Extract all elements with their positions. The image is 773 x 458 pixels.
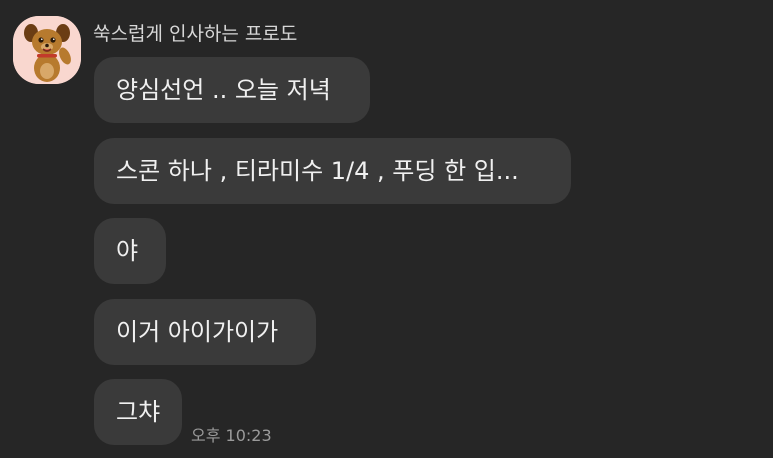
message-bubble[interactable]: 스콘 하나 , 티라미수 1/4 , 푸딩 한 입... — [94, 138, 571, 204]
avatar-illustration — [13, 16, 81, 84]
message-bubble[interactable]: 그챠 — [94, 379, 182, 445]
message-bubble[interactable]: 이거 아이가이가 — [94, 299, 316, 365]
message-timestamp: 오후 10:23 — [191, 426, 272, 445]
frodo-dog-avatar-icon[interactable] — [13, 16, 81, 84]
message-bubble[interactable]: 야 — [94, 218, 166, 284]
message-bubble[interactable]: 양심선언 .. 오늘 저녁 — [94, 57, 370, 123]
sender-name: 쑥스럽게 인사하는 프로도 — [93, 23, 298, 45]
chat-window: 쑥스럽게 인사하는 프로도 양심선언 .. 오늘 저녁 스콘 하나 , 티라미수… — [0, 0, 773, 458]
